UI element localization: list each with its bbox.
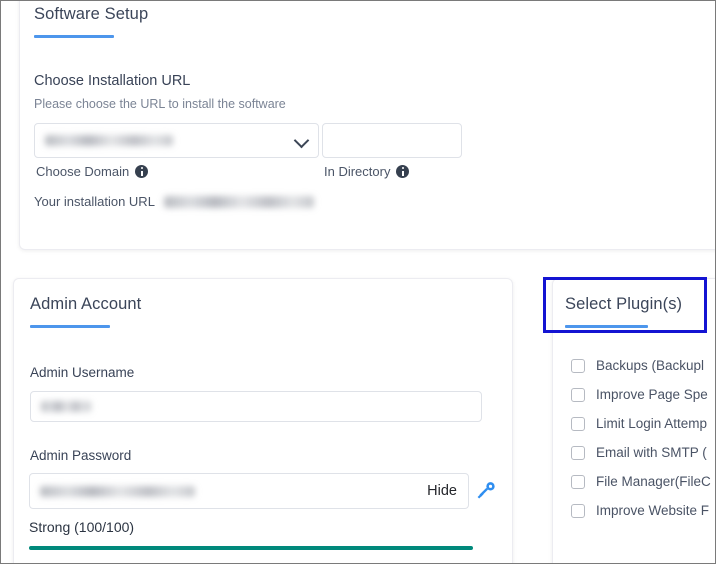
title-underline <box>34 35 114 38</box>
admin-password-label: Admin Password <box>30 448 132 463</box>
in-directory-caption: In Directory <box>324 164 410 179</box>
choose-domain-select[interactable] <box>34 123 319 158</box>
admin-account-title: Admin Account <box>30 295 142 313</box>
plugin-checkbox[interactable] <box>571 445 585 460</box>
software-setup-heading: Software Setup <box>34 5 148 38</box>
plugin-label: File Manager(FileC <box>596 474 711 489</box>
list-item[interactable]: Limit Login Attemp <box>571 416 707 431</box>
plugin-checkbox[interactable] <box>571 416 585 431</box>
plugin-checkbox[interactable] <box>571 503 585 518</box>
plugin-label: Limit Login Attemp <box>596 416 708 431</box>
list-item[interactable]: Backups (Backupl <box>571 358 704 373</box>
choose-domain-caption-text: Choose Domain <box>36 164 130 179</box>
info-icon[interactable] <box>396 165 410 178</box>
software-setup-card: Software Setup Choose Installation URL P… <box>19 1 715 250</box>
plugin-checkbox[interactable] <box>571 358 585 373</box>
title-underline <box>30 325 110 328</box>
title-underline <box>565 325 648 328</box>
list-item[interactable]: File Manager(FileC <box>571 474 711 489</box>
password-visibility-toggle[interactable]: Hide <box>427 483 457 499</box>
plugin-checkbox[interactable] <box>571 387 585 402</box>
admin-account-heading: Admin Account <box>30 295 141 328</box>
page-canvas: Software Setup Choose Installation URL P… <box>1 1 715 563</box>
choose-domain-caption: Choose Domain <box>36 164 149 179</box>
plugin-checkbox[interactable] <box>571 474 585 489</box>
page-title: Software Setup <box>34 5 149 23</box>
list-item[interactable]: Improve Website F <box>571 503 709 518</box>
screenshot-frame: Software Setup Choose Installation URL P… <box>0 0 716 564</box>
key-icon[interactable] <box>477 480 497 500</box>
plugin-label: Improve Website F <box>596 503 710 518</box>
plugin-label: Backups (Backupl <box>596 358 705 373</box>
select-plugins-title: Select Plugin(s) <box>565 295 683 313</box>
select-plugins-card: Select Plugin(s) Backups (Backupl Improv… <box>552 278 715 563</box>
plugin-label: Improve Page Spe <box>596 387 708 402</box>
choose-domain-value <box>45 135 173 146</box>
admin-username-value <box>41 401 91 412</box>
choose-installation-url-subtitle: Please choose the URL to install the sof… <box>34 97 286 111</box>
select-plugins-heading: Select Plugin(s) <box>565 295 682 328</box>
list-item[interactable]: Improve Page Spe <box>571 387 708 402</box>
list-item[interactable]: Email with SMTP ( <box>571 445 707 460</box>
your-installation-url-value <box>163 195 314 208</box>
choose-installation-url-label: Choose Installation URL <box>34 73 191 89</box>
in-directory-input[interactable] <box>322 123 462 158</box>
info-icon[interactable] <box>135 165 149 178</box>
plugin-label: Email with SMTP ( <box>596 445 707 460</box>
admin-password-value <box>40 485 195 497</box>
password-strength-text: Strong (100/100) <box>29 519 135 535</box>
in-directory-caption-text: In Directory <box>324 164 391 179</box>
your-installation-url-row: Your installation URL <box>34 194 314 209</box>
admin-username-label: Admin Username <box>30 365 135 380</box>
chevron-down-icon <box>293 132 310 148</box>
admin-password-input[interactable]: Hide <box>29 473 469 509</box>
admin-username-input[interactable] <box>30 391 482 422</box>
your-installation-url-label: Your installation URL <box>34 194 155 209</box>
password-strength-bar <box>29 546 473 550</box>
